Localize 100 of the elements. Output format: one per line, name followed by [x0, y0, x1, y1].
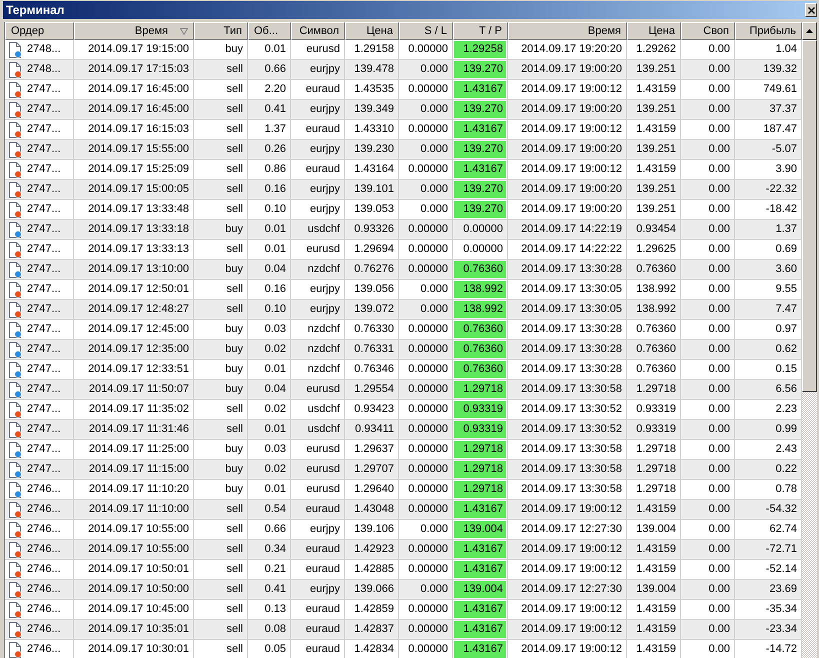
- time-cell: 2014.09.17 13:30:28: [508, 260, 627, 279]
- column-header[interactable]: Символ: [291, 22, 345, 40]
- table-row[interactable]: 2747... 2014.09.17 13:10:00 buy 0.04 nzdchf 0.76276 0.00000 0.76360 2014.09.17 13:30:28 0.76360 0.00 3.60: [5, 260, 802, 280]
- order-number: 2747...: [27, 122, 61, 138]
- take-profit-cell: 1.43167: [454, 561, 506, 578]
- volume-cell: 0.54: [248, 500, 291, 519]
- price-cell: 0.93319: [627, 420, 681, 439]
- swap-cell: 0.00: [681, 120, 735, 139]
- stop-loss-cell: 0.00000: [399, 120, 453, 139]
- column-header[interactable]: S / L: [399, 22, 453, 40]
- take-profit-cell: 0.76360: [454, 261, 506, 278]
- column-header[interactable]: Об...: [248, 22, 291, 40]
- volume-cell: 0.86: [248, 160, 291, 179]
- time-cell: 2014.09.17 19:20:20: [508, 40, 627, 59]
- time-cell: 2014.09.17 12:45:00: [74, 320, 194, 339]
- column-header[interactable]: Время: [508, 22, 627, 40]
- time-cell: 2014.09.17 13:30:58: [508, 460, 627, 479]
- volume-cell: 0.03: [248, 320, 291, 339]
- order-number: 2746...: [27, 642, 61, 658]
- stop-loss-cell: 0.00000: [399, 620, 453, 639]
- scrollbar-thumb[interactable]: [802, 40, 817, 392]
- column-header[interactable]: Время: [74, 22, 194, 40]
- volume-cell: 0.01: [248, 420, 291, 439]
- volume-cell: 0.01: [248, 360, 291, 379]
- swap-cell: 0.00: [681, 620, 735, 639]
- column-header[interactable]: Цена: [627, 22, 681, 40]
- stop-loss-cell: 0.00000: [399, 640, 453, 658]
- table-row[interactable]: 2747... 2014.09.17 11:15:00 buy 0.02 eurusd 1.29707 0.00000 1.29718 2014.09.17 13:30:58 1.29718 0.00 0.22: [5, 460, 802, 480]
- volume-cell: 2.20: [248, 80, 291, 99]
- time-cell: 2014.09.17 10:35:01: [74, 620, 194, 639]
- symbol-cell: eurjpy: [291, 200, 345, 219]
- type-cell: sell: [194, 640, 248, 658]
- price-cell: 0.93319: [627, 400, 681, 419]
- stop-loss-cell: 0.00000: [399, 540, 453, 559]
- table-row[interactable]: 2746... 2014.09.17 11:10:00 sell 0.54 euraud 1.43048 0.00000 1.43167 2014.09.17 19:00:12 1.43159 0.00 -54.32: [5, 500, 802, 520]
- stop-loss-cell: 0.00000: [399, 380, 453, 399]
- swap-cell: 0.00: [681, 400, 735, 419]
- price-cell: 139.053: [345, 200, 399, 219]
- price-cell: 0.76360: [627, 360, 681, 379]
- swap-cell: 0.00: [681, 280, 735, 299]
- table-row[interactable]: 2747... 2014.09.17 16:45:00 sell 0.41 eurjpy 139.349 0.000 139.270 2014.09.17 19:00:20 139.251 0.00 37.37: [5, 100, 802, 120]
- swap-cell: 0.00: [681, 460, 735, 479]
- table-row[interactable]: 2746... 2014.09.17 10:55:00 sell 0.34 euraud 1.42923 0.00000 1.43167 2014.09.17 19:00:12 1.43159 0.00 -72.71: [5, 540, 802, 560]
- column-header[interactable]: Ордер: [5, 22, 74, 40]
- price-cell: 139.072: [345, 300, 399, 319]
- time-cell: 2014.09.17 15:55:00: [74, 140, 194, 159]
- type-cell: buy: [194, 260, 248, 279]
- scroll-up-button[interactable]: [802, 22, 817, 40]
- symbol-cell: eurjpy: [291, 520, 345, 539]
- volume-cell: 0.01: [248, 480, 291, 499]
- price-cell: 139.251: [627, 140, 681, 159]
- column-header[interactable]: Своп: [681, 22, 735, 40]
- price-cell: 0.76360: [627, 340, 681, 359]
- column-header[interactable]: T / P: [453, 22, 508, 40]
- type-cell: buy: [194, 340, 248, 359]
- swap-cell: 0.00: [681, 160, 735, 179]
- price-cell: 1.43164: [345, 160, 399, 179]
- take-profit-cell: 139.270: [454, 141, 506, 158]
- column-header[interactable]: Прибыль: [735, 22, 802, 40]
- volume-cell: 0.34: [248, 540, 291, 559]
- symbol-cell: nzdchf: [291, 360, 345, 379]
- column-header[interactable]: Тип: [194, 22, 248, 40]
- table-row[interactable]: 2748... 2014.09.17 17:15:03 sell 0.66 eurjpy 139.478 0.000 139.270 2014.09.17 19:00:20 139.251 0.00 139.32: [5, 60, 802, 80]
- type-cell: sell: [194, 500, 248, 519]
- volume-cell: 0.03: [248, 440, 291, 459]
- type-cell: sell: [194, 420, 248, 439]
- time-cell: 2014.09.17 13:30:28: [508, 320, 627, 339]
- type-cell: sell: [194, 140, 248, 159]
- price-cell: 139.056: [345, 280, 399, 299]
- column-header[interactable]: Цена: [345, 22, 399, 40]
- table-row[interactable]: 2746... 2014.09.17 10:50:00 sell 0.41 eurjpy 139.066 0.000 139.004 2014.09.17 12:27:30 139.004 0.00 23.69: [5, 580, 802, 600]
- swap-cell: 0.00: [681, 240, 735, 259]
- take-profit-cell: 139.004: [454, 521, 506, 538]
- table-row[interactable]: 2747... 2014.09.17 12:48:27 sell 0.10 eurjpy 139.072 0.000 138.992 2014.09.17 13:30:05 138.992 0.00 7.47: [5, 300, 802, 320]
- take-profit-cell-text: 0.00000: [462, 242, 504, 258]
- table-row[interactable]: 2747... 2014.09.17 11:50:07 buy 0.04 eurusd 1.29554 0.00000 1.29718 2014.09.17 13:30:58 1.29718 0.00 6.56: [5, 380, 802, 400]
- table-row[interactable]: 2747... 2014.09.17 15:00:05 sell 0.16 eurjpy 139.101 0.000 139.270 2014.09.17 19:00:20 139.251 0.00 -22.32: [5, 180, 802, 200]
- table-row[interactable]: 2746... 2014.09.17 10:35:01 sell 0.08 euraud 1.42837 0.00000 1.43167 2014.09.17 19:00:12 1.43159 0.00 -23.34: [5, 620, 802, 640]
- swap-cell: 0.00: [681, 80, 735, 99]
- price-cell: 1.29262: [627, 40, 681, 59]
- up-triangle-icon: [806, 29, 813, 33]
- table-row[interactable]: 2747... 2014.09.17 12:35:00 buy 0.02 nzdchf 0.76331 0.00000 0.76360 2014.09.17 13:30:28 0.76360 0.00 0.62: [5, 340, 802, 360]
- table-row[interactable]: 2747... 2014.09.17 13:33:18 buy 0.01 usdchf 0.93326 0.00000 0.00000 2014.09.17 14:22:19 0.93454 0.00 1.37: [5, 220, 802, 240]
- type-cell: buy: [194, 220, 248, 239]
- order-number: 2746...: [27, 562, 61, 578]
- volume-cell: 1.37: [248, 120, 291, 139]
- stop-loss-cell: 0.000: [399, 180, 453, 199]
- close-icon: [808, 6, 814, 14]
- time-cell: 2014.09.17 19:00:12: [508, 600, 627, 619]
- close-button[interactable]: [805, 3, 817, 17]
- time-cell: 2014.09.17 15:00:05: [74, 180, 194, 199]
- symbol-cell: eurjpy: [291, 180, 345, 199]
- table-row[interactable]: 2747... 2014.09.17 11:31:46 sell 0.01 usdchf 0.93411 0.00000 0.93319 2014.09.17 13:30:52 0.93319 0.00 0.99: [5, 420, 802, 440]
- stop-loss-cell: 0.00000: [399, 560, 453, 579]
- table-row[interactable]: 2747... 2014.09.17 15:55:00 sell 0.26 eurjpy 139.230 0.000 139.270 2014.09.17 19:00:20 139.251 0.00 -5.07: [5, 140, 802, 160]
- time-cell: 2014.09.17 12:35:00: [74, 340, 194, 359]
- time-cell: 2014.09.17 13:30:58: [508, 380, 627, 399]
- price-cell: 1.29694: [345, 240, 399, 259]
- take-profit-cell: 1.29718: [454, 481, 506, 498]
- time-cell: 2014.09.17 13:33:48: [74, 200, 194, 219]
